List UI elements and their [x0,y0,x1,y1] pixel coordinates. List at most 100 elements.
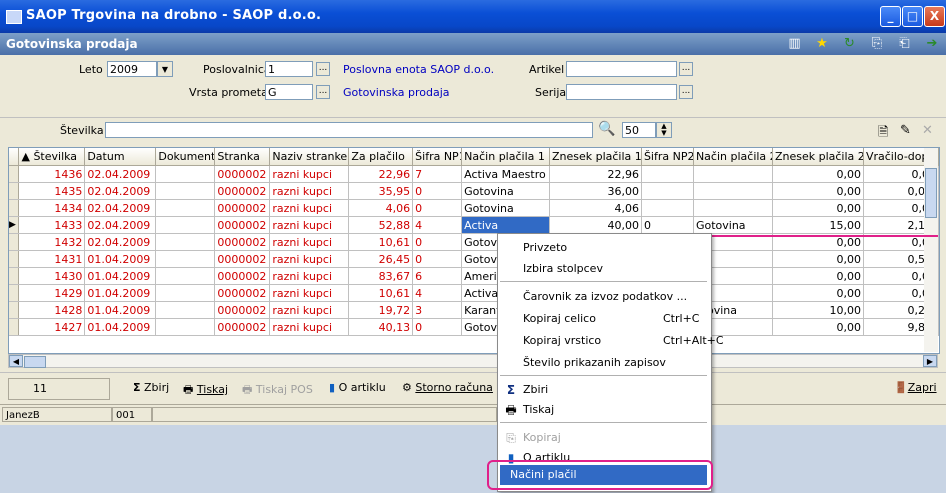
menu-item-sums[interactable]: Σ Zbiri [498,379,709,401]
table-cell[interactable]: 0000002 [214,250,271,268]
record-count-input[interactable]: 50 [622,122,656,138]
table-cell[interactable]: 0,00 [772,284,864,302]
table-cell[interactable]: 15,00 [772,216,864,234]
article-input[interactable] [566,61,677,77]
branch-lookup-button[interactable]: ... [316,62,330,76]
table-cell[interactable]: 36,00 [549,182,642,200]
sum-button[interactable]: Σ Zbirj [133,381,169,394]
table-cell[interactable]: 52,88 [348,216,414,234]
table-cell[interactable]: razni kupci [269,284,350,302]
table-cell[interactable]: razni kupci [269,199,350,217]
table-cell[interactable]: 1427 [18,318,86,336]
table-cell[interactable]: 26,45 [348,250,414,268]
table-cell[interactable] [693,165,773,183]
menu-item-record-count[interactable]: Število prikazanih zapisov [498,352,709,374]
table-cell[interactable]: 01.04.2009 [84,267,157,285]
table-cell[interactable] [641,199,694,217]
table-cell[interactable]: razni kupci [269,216,350,234]
search-input[interactable] [105,122,593,138]
print-button[interactable]: 🖶 Tiskaj [183,381,228,400]
copy-icon[interactable]: ⎘ [869,36,885,52]
row-indicator[interactable] [9,301,20,319]
article-info-button[interactable]: ▮ O artiklu [329,381,386,394]
table-row[interactable]: 1435 02.04.2009 0000002 razni kupci 35,95 0 Go… [9,182,939,200]
count-spinner[interactable]: ▲ ▼ [656,122,672,138]
edit-icon[interactable]: ✎ [900,123,911,138]
menu-item-print[interactable]: 🖶 Tiskaj [498,399,709,421]
star-icon[interactable]: ★ [814,36,830,52]
column-header[interactable]: Dokument [155,148,216,166]
maximize-button[interactable]: □ [902,6,923,27]
table-cell[interactable]: 1432 [18,233,86,251]
table-cell[interactable]: 0 [412,199,463,217]
refresh-icon[interactable]: ↻ [842,36,858,52]
serial-lookup-button[interactable]: ... [679,85,693,99]
serial-input[interactable] [566,84,677,100]
table-cell[interactable]: 10,61 [348,284,414,302]
chevron-down-icon[interactable]: ▼ [157,61,173,77]
table-cell[interactable]: 1433 [18,216,86,234]
table-cell[interactable]: razni kupci [269,301,350,319]
table-cell[interactable]: 22,96 [549,165,642,183]
minimize-button[interactable]: _ [880,6,901,27]
column-header[interactable]: ▲ Številka [18,148,86,166]
table-row[interactable]: ▶ 1433 02.04.2009 0000002 razni kupci 52,88 4 A… [9,216,939,234]
table-cell[interactable]: 0 [412,182,463,200]
table-cell[interactable]: 0000002 [214,267,271,285]
table-cell[interactable]: Activa Maestro [461,165,550,183]
exit-icon[interactable]: ➔ [924,36,940,52]
row-indicator[interactable] [9,182,20,200]
table-cell[interactable] [693,199,773,217]
menu-item-export-wizard[interactable]: Čarovnik za izvoz podatkov ... [498,286,709,308]
table-cell[interactable]: 02.04.2009 [84,182,157,200]
scroll-right-icon[interactable]: ▶ [923,355,937,367]
table-row[interactable]: 1430 01.04.2009 0000002 razni kupci 83,67 6 Am… [9,267,939,285]
row-indicator[interactable] [9,318,20,336]
table-cell[interactable]: razni kupci [269,318,350,336]
table-cell[interactable]: 35,95 [348,182,414,200]
table-cell[interactable]: 0000002 [214,182,271,200]
table-cell[interactable] [155,182,216,200]
table-cell[interactable]: Gotovina [461,199,550,217]
scroll-thumb[interactable] [925,168,937,218]
table-cell[interactable]: 0000002 [214,318,271,336]
hscroll-thumb[interactable] [24,356,46,368]
table-cell[interactable] [155,199,216,217]
table-cell[interactable]: 7 [412,165,463,183]
table-cell[interactable]: 4 [412,216,463,234]
table-row[interactable]: 1436 02.04.2009 0000002 razni kupci 22,96 7 Ac… [9,165,939,183]
year-select[interactable]: 2009 [107,61,157,77]
table-cell[interactable]: 0000002 [214,165,271,183]
table-cell[interactable]: 02.04.2009 [84,199,157,217]
table-cell[interactable]: 0 [412,318,463,336]
column-header[interactable]: Šifra NP2 [641,148,694,166]
table-cell[interactable]: 0000002 [214,216,271,234]
table-row[interactable]: 1427 01.04.2009 0000002 razni kupci 40,13 0 Go… [9,318,939,336]
table-cell[interactable]: 1428 [18,301,86,319]
table-cell[interactable]: 40,13 [348,318,414,336]
column-header[interactable]: Način plačila 1 [461,148,550,166]
table-cell[interactable]: 1430 [18,267,86,285]
table-cell[interactable]: 4,06 [348,199,414,217]
table-cell[interactable]: 0 [412,233,463,251]
table-cell[interactable] [155,267,216,285]
table-cell[interactable]: 01.04.2009 [84,301,157,319]
table-cell[interactable]: 1435 [18,182,86,200]
table-cell[interactable]: 1436 [18,165,86,183]
close-button[interactable]: X [924,6,945,27]
table-row[interactable]: 1434 02.04.2009 0000002 razni kupci 4,06 0 Got… [9,199,939,217]
paste-icon[interactable]: ⎗ [897,36,913,52]
table-cell[interactable]: 0000002 [214,233,271,251]
table-cell[interactable]: 0,00 [772,165,864,183]
table-cell[interactable] [155,318,216,336]
row-indicator[interactable] [9,199,20,217]
table-cell[interactable] [155,165,216,183]
table-cell[interactable]: 4 [412,284,463,302]
search-icon[interactable]: 🔍 [598,121,615,137]
table-cell[interactable]: 10,61 [348,233,414,251]
table-cell[interactable]: 01.04.2009 [84,284,157,302]
sales-grid[interactable]: ▲ Številka Datum Dokument Stranka Naziv stra… [8,147,940,354]
vertical-scrollbar[interactable] [924,148,938,352]
table-cell[interactable]: 19,72 [348,301,414,319]
column-header[interactable]: Za plačilo [348,148,414,166]
